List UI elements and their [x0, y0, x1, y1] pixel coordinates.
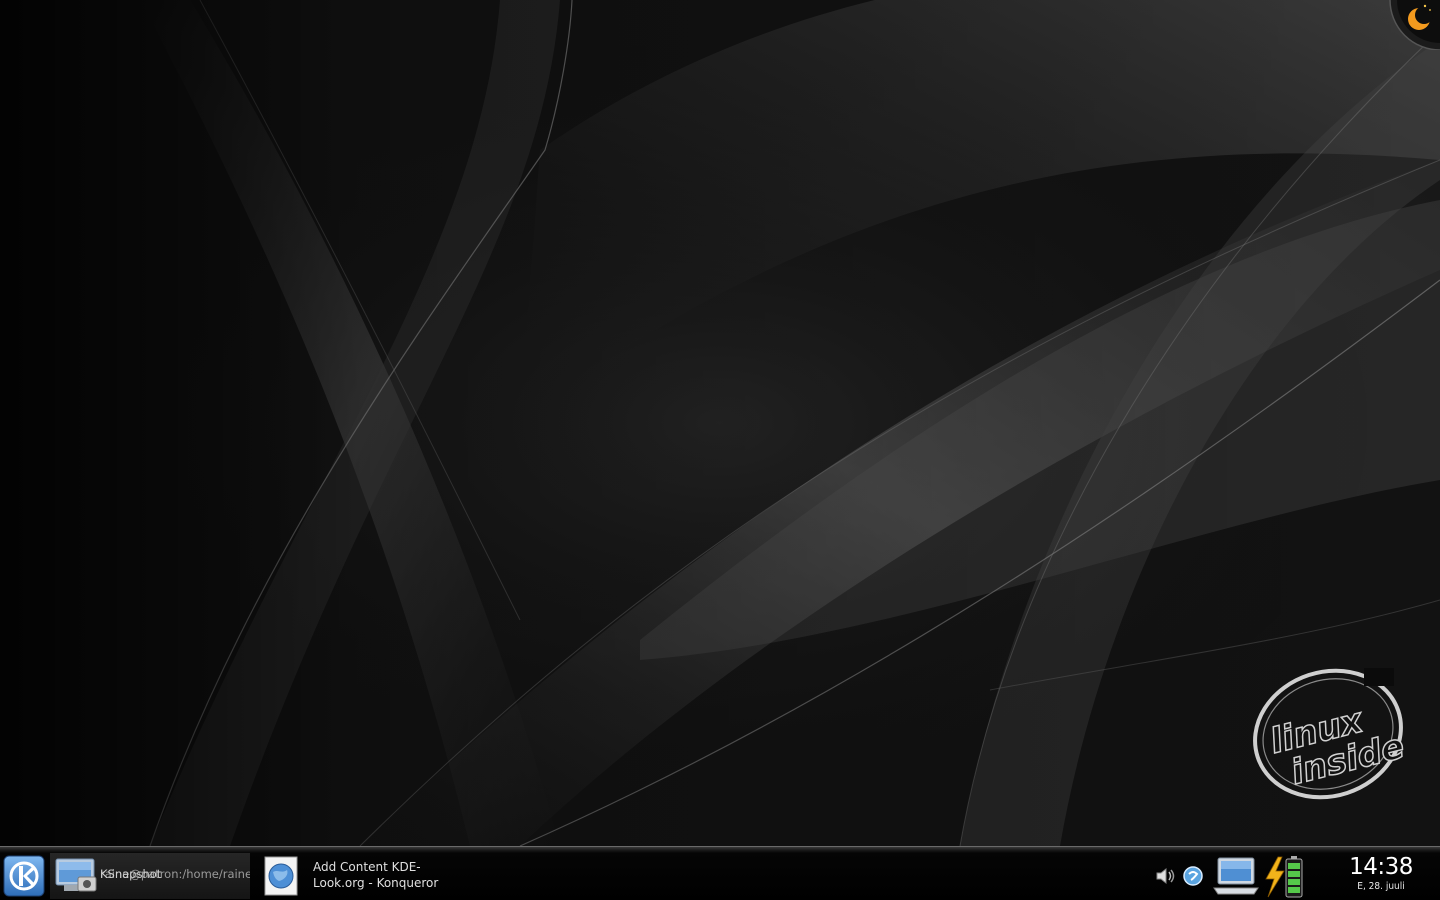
- desktop-corner-logout-widget[interactable]: [1388, 0, 1440, 50]
- task-label-ksnapshot: KSnapshot: [100, 867, 162, 881]
- klipper-clipboard-icon[interactable]: [1182, 865, 1204, 887]
- task-label-konqueror: Add Content KDE- Look.org - Konqueror: [313, 859, 453, 891]
- terminal-snapshot-icon: [55, 858, 97, 892]
- wallpaper: [0, 0, 1440, 846]
- linux-inside-logo: linux inside: [1253, 668, 1409, 800]
- task-label-konqueror-line2: Look.org - Konqueror: [313, 876, 439, 890]
- taskbar-task-konqueror[interactable]: Add Content KDE- Look.org - Konqueror: [256, 853, 456, 899]
- battery-power-icon[interactable]: [1262, 853, 1308, 899]
- clock-time: 14:38: [1349, 854, 1413, 880]
- clock-date: E, 28. juuli: [1357, 881, 1405, 892]
- taskbar-task-ksnapshot[interactable]: raine@patron:/home/raine KSnapshot: [50, 853, 250, 899]
- taskbar: raine@patron:/home/raine KSnapshot Add C…: [0, 846, 1440, 900]
- konqueror-globe-icon: [264, 856, 298, 896]
- kde-menu-button[interactable]: [2, 854, 46, 898]
- speaker-volume-icon[interactable]: [1155, 866, 1177, 886]
- desktop[interactable]: linux inside: [0, 0, 1440, 846]
- network-laptop-icon[interactable]: [1212, 854, 1260, 898]
- task-label-konqueror-line1: Add Content KDE-: [313, 860, 421, 874]
- taskbar-clock[interactable]: 14:38 E, 28. juuli: [1336, 854, 1426, 894]
